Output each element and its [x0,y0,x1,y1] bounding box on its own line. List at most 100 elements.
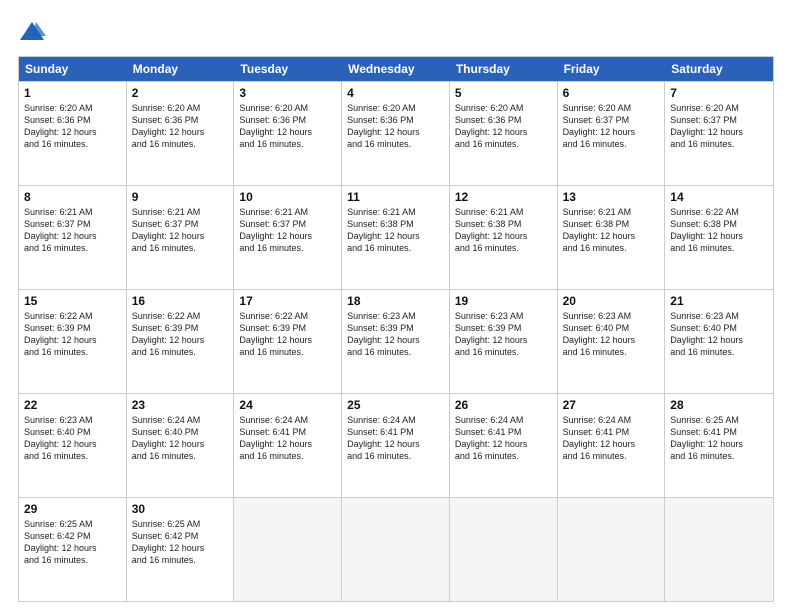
day-cell-23: 23 Sunrise: 6:24 AMSunset: 6:40 PMDayligh… [127,394,235,497]
day-number: 2 [132,86,229,100]
day-cell-2: 2 Sunrise: 6:20 AMSunset: 6:36 PMDaylight… [127,82,235,185]
day-info: Sunrise: 6:25 AMSunset: 6:42 PMDaylight:… [132,518,229,567]
day-cell-6: 6 Sunrise: 6:20 AMSunset: 6:37 PMDaylight… [558,82,666,185]
calendar-row-2: 15 Sunrise: 6:22 AMSunset: 6:39 PMDayligh… [19,289,773,393]
day-info: Sunrise: 6:21 AMSunset: 6:38 PMDaylight:… [455,206,552,255]
day-cell-14: 14Sunrise: 6:22 AMSunset: 6:38 PMDayligh… [665,186,773,289]
day-number: 21 [670,294,768,308]
day-cell-15: 15 Sunrise: 6:22 AMSunset: 6:39 PMDayligh… [19,290,127,393]
day-number: 23 [132,398,229,412]
day-number: 10 [239,190,336,204]
day-number: 7 [670,86,768,100]
empty-cell [665,498,773,601]
header-day-wednesday: Wednesday [342,57,450,81]
day-number: 28 [670,398,768,412]
header-day-sunday: Sunday [19,57,127,81]
day-number: 4 [347,86,444,100]
day-cell-16: 16Sunrise: 6:22 AMSunset: 6:39 PMDayligh… [127,290,235,393]
day-info: Sunrise: 6:20 AMSunset: 6:36 PMDaylight:… [239,102,336,151]
calendar-body: 1 Sunrise: 6:20 AMSunset: 6:36 PMDaylight… [19,81,773,601]
day-cell-27: 27Sunrise: 6:24 AMSunset: 6:41 PMDayligh… [558,394,666,497]
day-info: Sunrise: 6:24 AMSunset: 6:40 PMDaylight:… [132,414,229,463]
day-info: Sunrise: 6:20 AMSunset: 6:36 PMDaylight:… [132,102,229,151]
day-info: Sunrise: 6:25 AMSunset: 6:41 PMDaylight:… [670,414,768,463]
day-cell-22: 22 Sunrise: 6:23 AMSunset: 6:40 PMDayligh… [19,394,127,497]
day-info: Sunrise: 6:22 AMSunset: 6:39 PMDaylight:… [24,310,121,359]
day-cell-24: 24Sunrise: 6:24 AMSunset: 6:41 PMDayligh… [234,394,342,497]
day-number: 15 [24,294,121,308]
day-cell-10: 10 Sunrise: 6:21 AMSunset: 6:37 PMDayligh… [234,186,342,289]
header-day-tuesday: Tuesday [234,57,342,81]
day-info: Sunrise: 6:20 AMSunset: 6:37 PMDaylight:… [563,102,660,151]
day-cell-30: 30 Sunrise: 6:25 AMSunset: 6:42 PMDayligh… [127,498,235,601]
day-info: Sunrise: 6:20 AMSunset: 6:36 PMDaylight:… [347,102,444,151]
day-cell-1: 1Sunrise: 6:20 AMSunset: 6:36 PMDaylight… [19,82,127,185]
day-number: 8 [24,190,121,204]
day-info: Sunrise: 6:21 AMSunset: 6:37 PMDaylight:… [24,206,121,255]
day-cell-11: 11Sunrise: 6:21 AMSunset: 6:38 PMDayligh… [342,186,450,289]
day-info: Sunrise: 6:21 AMSunset: 6:38 PMDaylight:… [347,206,444,255]
day-cell-28: 28 Sunrise: 6:25 AMSunset: 6:41 PMDayligh… [665,394,773,497]
day-info: Sunrise: 6:20 AMSunset: 6:37 PMDaylight:… [670,102,768,151]
day-number: 12 [455,190,552,204]
day-info: Sunrise: 6:24 AMSunset: 6:41 PMDaylight:… [239,414,336,463]
day-cell-18: 18 Sunrise: 6:23 AMSunset: 6:39 PMDayligh… [342,290,450,393]
day-number: 22 [24,398,121,412]
header-day-friday: Friday [558,57,666,81]
logo-icon [18,18,46,46]
day-cell-19: 19 Sunrise: 6:23 AMSunset: 6:39 PMDayligh… [450,290,558,393]
day-number: 27 [563,398,660,412]
day-number: 17 [239,294,336,308]
day-info: Sunrise: 6:22 AMSunset: 6:39 PMDaylight:… [132,310,229,359]
header-day-monday: Monday [127,57,235,81]
day-cell-25: 25Sunrise: 6:24 AMSunset: 6:41 PMDayligh… [342,394,450,497]
logo [18,18,48,46]
day-cell-12: 12 Sunrise: 6:21 AMSunset: 6:38 PMDayligh… [450,186,558,289]
empty-cell [234,498,342,601]
day-info: Sunrise: 6:23 AMSunset: 6:40 PMDaylight:… [563,310,660,359]
calendar-row-3: 22 Sunrise: 6:23 AMSunset: 6:40 PMDayligh… [19,393,773,497]
day-info: Sunrise: 6:21 AMSunset: 6:37 PMDaylight:… [132,206,229,255]
day-info: Sunrise: 6:25 AMSunset: 6:42 PMDaylight:… [24,518,121,567]
calendar-row-1: 8 Sunrise: 6:21 AMSunset: 6:37 PMDaylight… [19,185,773,289]
day-number: 6 [563,86,660,100]
day-info: Sunrise: 6:23 AMSunset: 6:40 PMDaylight:… [24,414,121,463]
day-cell-5: 5 Sunrise: 6:20 AMSunset: 6:36 PMDaylight… [450,82,558,185]
day-info: Sunrise: 6:23 AMSunset: 6:39 PMDaylight:… [347,310,444,359]
day-cell-9: 9 Sunrise: 6:21 AMSunset: 6:37 PMDaylight… [127,186,235,289]
day-number: 1 [24,86,121,100]
empty-cell [342,498,450,601]
header [18,18,774,46]
day-cell-7: 7 Sunrise: 6:20 AMSunset: 6:37 PMDaylight… [665,82,773,185]
day-number: 18 [347,294,444,308]
day-number: 14 [670,190,768,204]
day-info: Sunrise: 6:23 AMSunset: 6:40 PMDaylight:… [670,310,768,359]
day-info: Sunrise: 6:21 AMSunset: 6:37 PMDaylight:… [239,206,336,255]
day-number: 30 [132,502,229,516]
day-info: Sunrise: 6:22 AMSunset: 6:39 PMDaylight:… [239,310,336,359]
day-number: 20 [563,294,660,308]
day-info: Sunrise: 6:20 AMSunset: 6:36 PMDaylight:… [455,102,552,151]
day-info: Sunrise: 6:23 AMSunset: 6:39 PMDaylight:… [455,310,552,359]
page: SundayMondayTuesdayWednesdayThursdayFrid… [0,0,792,612]
day-cell-26: 26 Sunrise: 6:24 AMSunset: 6:41 PMDayligh… [450,394,558,497]
day-number: 19 [455,294,552,308]
day-cell-3: 3Sunrise: 6:20 AMSunset: 6:36 PMDaylight… [234,82,342,185]
day-number: 26 [455,398,552,412]
calendar-header: SundayMondayTuesdayWednesdayThursdayFrid… [19,57,773,81]
empty-cell [558,498,666,601]
day-number: 9 [132,190,229,204]
header-day-saturday: Saturday [665,57,773,81]
day-info: Sunrise: 6:24 AMSunset: 6:41 PMDaylight:… [455,414,552,463]
day-cell-29: 29Sunrise: 6:25 AMSunset: 6:42 PMDayligh… [19,498,127,601]
day-number: 5 [455,86,552,100]
day-cell-4: 4 Sunrise: 6:20 AMSunset: 6:36 PMDaylight… [342,82,450,185]
calendar-row-0: 1 Sunrise: 6:20 AMSunset: 6:36 PMDaylight… [19,81,773,185]
header-day-thursday: Thursday [450,57,558,81]
day-cell-17: 17 Sunrise: 6:22 AMSunset: 6:39 PMDayligh… [234,290,342,393]
calendar: SundayMondayTuesdayWednesdayThursdayFrid… [18,56,774,602]
calendar-row-4: 29Sunrise: 6:25 AMSunset: 6:42 PMDayligh… [19,497,773,601]
day-number: 25 [347,398,444,412]
day-number: 13 [563,190,660,204]
day-cell-21: 21 Sunrise: 6:23 AMSunset: 6:40 PMDayligh… [665,290,773,393]
